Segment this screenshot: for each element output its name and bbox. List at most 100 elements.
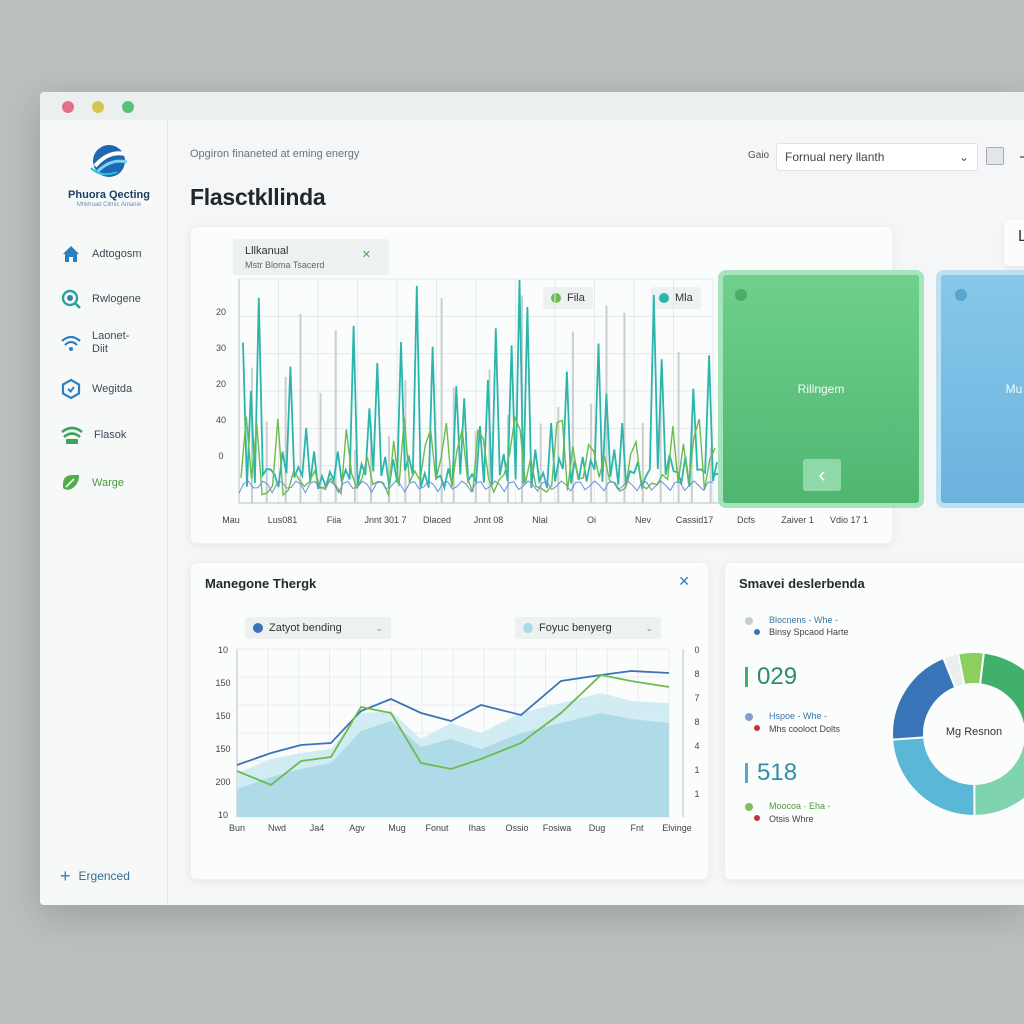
tile-label: Mu xyxy=(1005,382,1023,396)
search-icon xyxy=(61,289,81,309)
x-tick-label: Mug xyxy=(388,823,406,833)
sidebar-item-label: Warge xyxy=(92,476,124,489)
x-tick-label: Lus081 xyxy=(268,515,298,525)
bottom-right-title: Smavei deslerbenda xyxy=(739,576,865,591)
main-content: Opgiron finaneted at eming energy Flasct… xyxy=(168,120,1024,905)
donut-slice xyxy=(978,651,1024,732)
export-icon[interactable] xyxy=(986,147,1004,165)
y-tick-label-right: 0 xyxy=(694,645,699,655)
row-bullet xyxy=(754,725,760,731)
more-icon[interactable] xyxy=(1020,156,1024,158)
x-tick-label: Elvinge xyxy=(662,823,692,833)
row-sub: Mhs cooloct Dolts xyxy=(769,724,841,734)
tile-label: Rillngem xyxy=(797,382,845,396)
x-tick-label: Nev xyxy=(635,515,652,525)
tile-mu[interactable]: Mu xyxy=(936,270,1024,508)
y-tick-label: 200 xyxy=(215,777,230,787)
x-tick-label: Dug xyxy=(589,823,606,833)
x-tick-label: Dcfs xyxy=(737,515,756,525)
bottom-right-card: Smavei deslerbenda Blocnens - Whe - Bins… xyxy=(724,562,1024,880)
x-tick-label: Fiia xyxy=(327,515,342,525)
hexagon-icon xyxy=(61,378,81,400)
y-tick-label: 150 xyxy=(215,744,230,754)
logo-tagline: Mhkhoad Cilmic Amanie xyxy=(76,202,142,208)
x-tick-label: Fonut xyxy=(425,823,449,833)
x-tick-label: Zaiver 1 xyxy=(781,515,814,525)
page-title: Flasctkllinda xyxy=(190,184,326,210)
sidebar-item-label: Flasok xyxy=(94,428,127,441)
y-tick-label-right: 4 xyxy=(694,741,699,751)
sidebar-item-flasok[interactable]: Flasok xyxy=(60,418,160,452)
period-select[interactable]: Fornual nery llanth ⌄ xyxy=(776,143,978,171)
row-sub: Otsis Whre xyxy=(769,814,814,824)
stat-value: 518 xyxy=(757,759,798,786)
bottom-area-chart: 10 150 150 150 200 10 0 8 7 8 4 1 1 Bun Nwd Ja4 Agv Mug Fo… xyxy=(215,645,699,833)
x-tick-label: Oid xyxy=(893,515,894,525)
row-bullet xyxy=(745,803,753,811)
x-tick-label: Ihas xyxy=(468,823,486,833)
period-select-value: Fornual nery llanth xyxy=(785,150,885,164)
sidebar-item-label: Rwlogene xyxy=(92,292,141,305)
tile-back-button[interactable]: ‹ xyxy=(803,459,841,491)
minimize-window-button[interactable] xyxy=(92,101,104,113)
y-tick-label: 10 xyxy=(218,645,228,655)
x-tick-label: Cassid17 xyxy=(676,515,714,525)
stat-value: 029 xyxy=(757,663,798,690)
row-label: Blocnens - Whe - xyxy=(769,615,839,625)
home-icon xyxy=(63,246,79,262)
y-tick-label: 30 xyxy=(216,343,226,353)
sidebar-bottom-label: Ergenced xyxy=(78,869,130,883)
sidebar-item-adtogosm[interactable]: Adtogosm xyxy=(60,237,160,271)
bottom-left-card: Manegone Thergk ✕ Zatyot bending ⌄ Foyuc… xyxy=(190,562,709,880)
leaf-icon xyxy=(63,475,79,490)
sidebar-item-wegitda[interactable]: Wegitda xyxy=(60,372,160,406)
y-tick-label-right: 1 xyxy=(694,789,699,799)
x-tick-label: Bun xyxy=(229,823,245,833)
row-bullet xyxy=(745,617,753,625)
globe-swoosh-icon xyxy=(90,145,128,177)
sidebar-item-label: Wegitda xyxy=(92,382,133,395)
x-tick-label: Ossio xyxy=(505,823,528,833)
close-window-button[interactable] xyxy=(62,101,74,113)
sidebar-item-label: Laonet- Diit xyxy=(92,330,130,355)
tile-rillngem[interactable]: Rillngem ‹ xyxy=(718,270,924,508)
breadcrumb: Opgiron finaneted at eming energy xyxy=(190,148,360,160)
donut-slice xyxy=(973,729,1024,818)
sidebar-item-label: Adtogosm xyxy=(92,247,142,260)
y-tick-label: 20 xyxy=(216,379,226,389)
logo: Phuora Qecting Mhkhoad Cilmic Amanie xyxy=(54,142,164,208)
sidebar-item-laonet[interactable]: Laonet- Diit xyxy=(60,326,160,360)
x-tick-label: Mau xyxy=(222,515,240,525)
y-tick-label: 40 xyxy=(216,415,226,425)
stat-bar xyxy=(745,667,748,687)
chevron-down-icon: ⌄ xyxy=(958,150,969,164)
y-tick-label: 150 xyxy=(215,711,230,721)
y-tick-label-right: 7 xyxy=(694,693,699,703)
y-tick-label-right: 8 xyxy=(694,717,699,727)
row-bullet xyxy=(754,815,760,821)
x-tick-label: Fnt xyxy=(630,823,644,833)
row-sub: Binsy Spcaod Harte xyxy=(769,627,849,637)
x-tick-label: Dlaced xyxy=(423,515,451,525)
y-tick-label: 150 xyxy=(215,678,230,688)
x-tick-label: Nlal xyxy=(532,515,548,525)
stat-bar xyxy=(745,763,748,783)
donut-center-label: Mg Resnon xyxy=(945,726,1003,738)
x-tick-label: Nwd xyxy=(268,823,286,833)
x-tick-label: Agv xyxy=(349,823,365,833)
title-bar xyxy=(40,92,1024,120)
row-bullet xyxy=(745,713,753,721)
y-tick-label-right: 8 xyxy=(694,669,699,679)
app-window: Phuora Qecting Mhkhoad Cilmic Amanie Adt… xyxy=(40,92,1024,905)
maximize-window-button[interactable] xyxy=(122,101,134,113)
row-label: Hspoe - Whe - xyxy=(769,711,828,721)
signal-icon xyxy=(61,426,83,444)
sidebar-item-rwlogene[interactable]: Rwlogene xyxy=(60,282,160,316)
x-tick-label: Vdio 17 1 xyxy=(830,515,868,525)
y-tick-label: 10 xyxy=(218,810,228,820)
row-bullet xyxy=(754,629,760,635)
sidebar-item-warge[interactable]: Warge xyxy=(60,466,160,500)
y-tick-label-right: 1 xyxy=(694,765,699,775)
donut-slice xyxy=(891,736,976,817)
sidebar-bottom-button[interactable]: + Ergenced xyxy=(60,867,130,885)
